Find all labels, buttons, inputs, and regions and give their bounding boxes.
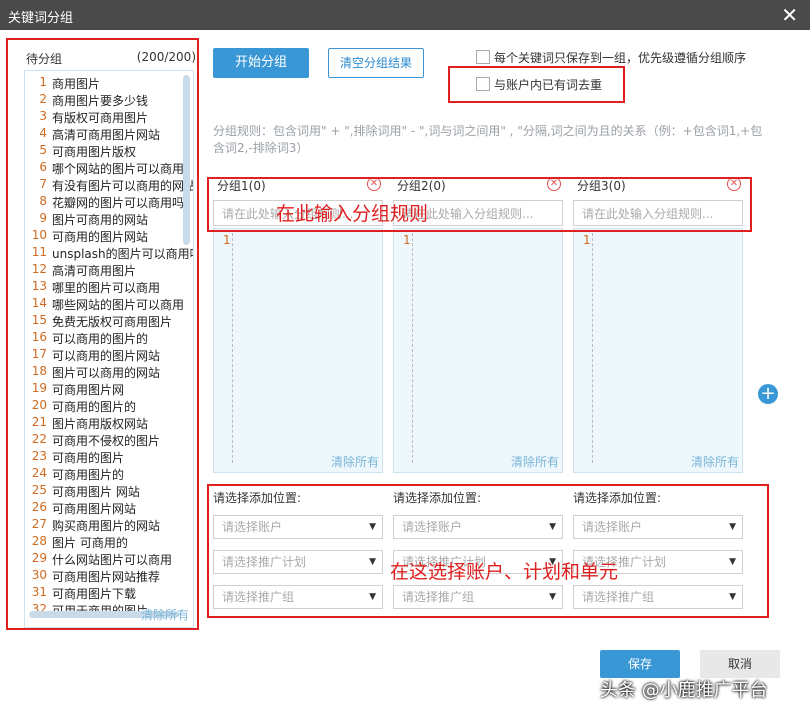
group-clear-all[interactable]: 清除所有 [511, 453, 559, 470]
group-clear-all[interactable]: 清除所有 [331, 453, 379, 470]
group-keyword-area[interactable]: 1 清除所有 [393, 228, 563, 473]
save-once-checkbox[interactable] [476, 50, 490, 64]
window-title: 关键词分组 [8, 11, 74, 26]
gutter-line [412, 233, 413, 463]
group-clear-all[interactable]: 清除所有 [691, 453, 739, 470]
start-grouping-button[interactable]: 开始分组 [213, 48, 309, 78]
annotation-box-keywords [6, 38, 199, 630]
save-once-label: 每个关键词只保存到一组，优先级遵循分组顺序 [494, 51, 747, 65]
line-number: 1 [403, 233, 411, 247]
annotation-box-dedupe [448, 66, 625, 103]
grouping-rule-hint: 分组规则：包含词用" + ",排除词用" - ",词与词之间用" , "分隔,词… [213, 124, 763, 155]
save-button[interactable]: 保存 [600, 650, 680, 678]
line-number: 1 [583, 233, 591, 247]
add-group-icon[interactable]: + [758, 384, 778, 404]
cancel-button[interactable]: 取消 [700, 650, 780, 678]
gutter-line [592, 233, 593, 463]
watermark: 头条 @小鹿推广平台 [600, 680, 768, 701]
annotation-select-text: 在这选择账户、计划和单元 [390, 561, 619, 583]
gutter-line [232, 233, 233, 463]
close-icon[interactable]: ✕ [781, 3, 798, 27]
annotation-rule-text: 在此输入分组规则 [276, 203, 429, 225]
clear-result-button[interactable]: 清空分组结果 [328, 48, 424, 78]
title-bar: 关键词分组 ✕ [0, 0, 810, 30]
group-keyword-area[interactable]: 1 清除所有 [213, 228, 383, 473]
group-keyword-area[interactable]: 1 清除所有 [573, 228, 743, 473]
line-number: 1 [223, 233, 231, 247]
annotation-box-selectors [207, 484, 769, 618]
